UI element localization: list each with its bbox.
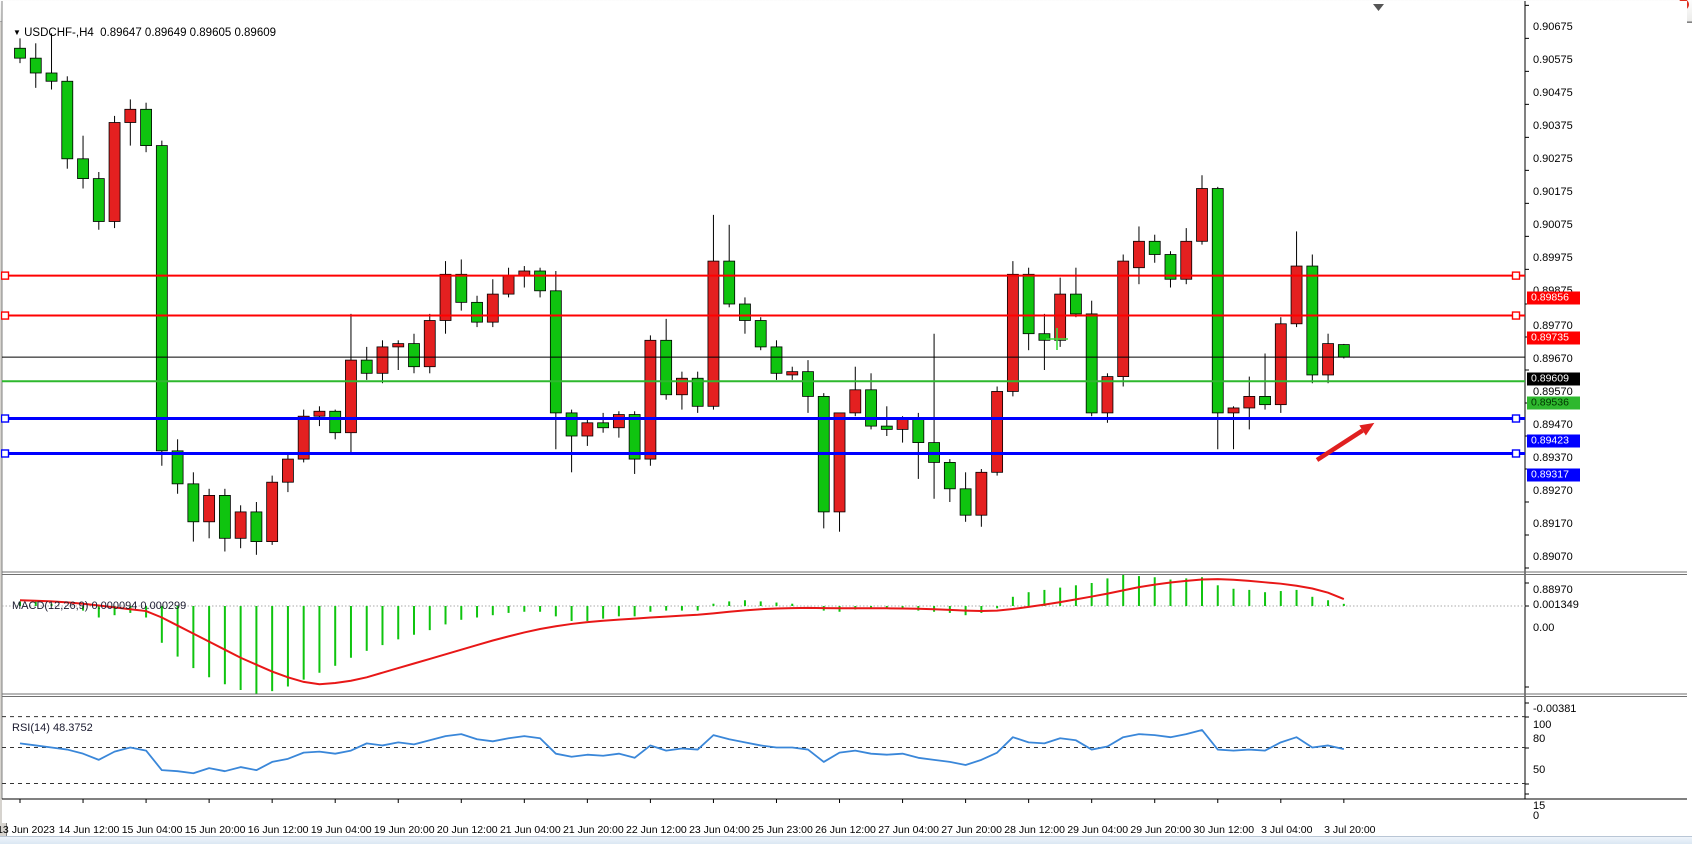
macd-axis-label: 0.001349 <box>1533 599 1579 611</box>
rsi-axis-label: 80 <box>1533 733 1545 745</box>
chart-window: 0.90675 0.90575 0.90475 0.90375 0.90275 0.901… <box>6 22 1692 838</box>
price-axis-label: 0.89670 <box>1533 353 1573 365</box>
current-price-tag: 0.89609 <box>1527 373 1580 386</box>
rsi-axis-label: 0 <box>1533 810 1539 822</box>
price-line-tag: 0.89735 <box>1527 331 1580 344</box>
price-axis-label: 0.89370 <box>1533 452 1573 464</box>
price-axis-label: 0.90575 <box>1533 54 1573 66</box>
price-axis-label: 0.89470 <box>1533 419 1573 431</box>
price-axis-label: 0.89070 <box>1533 551 1573 563</box>
price-axis-label: 0.88970 <box>1533 584 1573 596</box>
status-bar <box>0 836 1692 844</box>
price-line-tag: 0.89856 <box>1527 291 1580 304</box>
price-axis-label: 0.90075 <box>1533 219 1573 231</box>
chart-title: ▼ USDCHF-,H4 0.89647 0.89649 0.89605 0.8… <box>13 27 276 39</box>
price-axis-label: 0.90475 <box>1533 87 1573 99</box>
macd-axis-label: -0.00381 <box>1533 703 1576 715</box>
rsi-axis-label: 50 <box>1533 764 1545 776</box>
chart-ohlc: 0.89647 0.89649 0.89605 0.89609 <box>100 27 276 39</box>
time-axis-label: 3 Jul 20:00 <box>1305 824 1395 836</box>
rsi-label: RSI(14) 48.3752 <box>12 722 93 734</box>
price-axis-label: 0.89975 <box>1533 252 1573 264</box>
price-axis-label: 0.90175 <box>1533 186 1573 198</box>
price-line-tag: 0.89536 <box>1527 397 1580 410</box>
price-axis-label: 0.90275 <box>1533 153 1573 165</box>
rsi-axis-label: 100 <box>1533 719 1551 731</box>
price-axis-label: 0.90675 <box>1533 21 1573 33</box>
macd-label: MACD(12,26,9) 0.000094 0.000299 <box>12 600 186 612</box>
macd-axis-label: 0.00 <box>1533 622 1554 634</box>
mt4-application: { "toolbar": { "new_order": "新订单", "auto… <box>0 0 1692 844</box>
price-axis-label: 0.89270 <box>1533 485 1573 497</box>
price-axis-label: 0.89170 <box>1533 518 1573 530</box>
price-line-tag: 0.89317 <box>1527 469 1580 482</box>
collapse-triangle-icon[interactable]: ▼ <box>13 28 21 37</box>
price-axis-label: 0.90375 <box>1533 120 1573 132</box>
chart-symbol-period: USDCHF-,H4 <box>24 27 94 39</box>
price-line-tag: 0.89423 <box>1527 434 1580 447</box>
